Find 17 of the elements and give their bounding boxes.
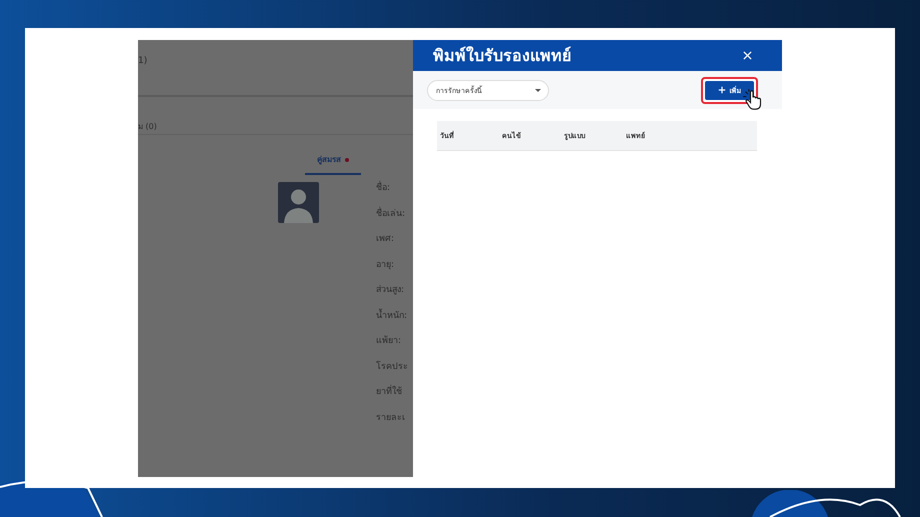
field-label: ส่วนสูง:	[376, 284, 406, 297]
field-label: ชื่อ:	[376, 181, 408, 196]
field-label: โรคประ	[376, 360, 408, 374]
tab-label: ม (0)	[138, 122, 157, 131]
avatar-silhouette-icon	[278, 182, 319, 223]
header-text: 1)	[138, 56, 148, 66]
plus-icon	[718, 86, 726, 94]
dialog-title: พิมพ์ใบรับรองแพทย์	[433, 45, 571, 67]
field-label: รายละเ	[376, 412, 406, 424]
field-label: เพศ:	[376, 233, 396, 246]
field-label: ยาที่ใช้	[376, 385, 408, 400]
field-label: ชื่อเล่น:	[376, 206, 406, 220]
field-label: น้ำหนัก:	[376, 308, 408, 322]
field-label: แพ้ยา:	[376, 334, 402, 348]
close-icon[interactable]	[743, 51, 752, 60]
caret-icon	[535, 88, 541, 92]
field-label: อายุ:	[376, 258, 396, 272]
